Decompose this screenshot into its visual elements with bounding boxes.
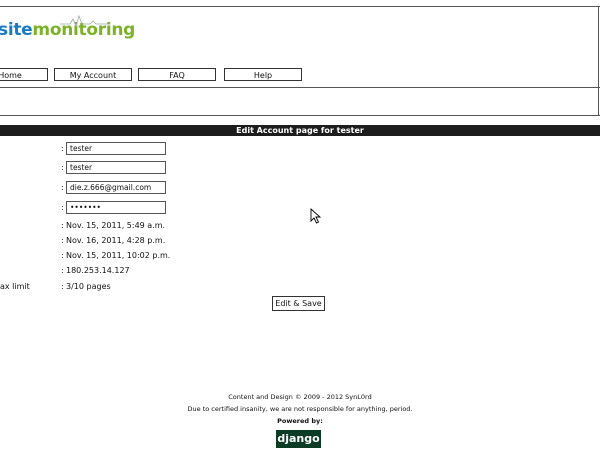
email-field[interactable]	[66, 181, 166, 194]
footer-disclaimer: Due to certified insanity, we are not re…	[187, 405, 413, 413]
header-top-border	[0, 6, 600, 7]
max-limit-label: ax limit	[0, 282, 30, 291]
row-colon: :	[61, 203, 64, 212]
name-field[interactable]	[66, 161, 166, 174]
row-colon: :	[61, 183, 64, 192]
heartbeat-icon	[60, 14, 110, 28]
nav-help-button[interactable]: Help	[224, 68, 302, 81]
row-colon: :	[61, 236, 64, 245]
mouse-cursor-icon	[310, 208, 322, 224]
row-colon: :	[61, 144, 64, 153]
max-limit-value: 3/10 pages	[66, 282, 111, 291]
nav-my-account-button[interactable]: My Account	[54, 68, 132, 81]
username-field[interactable]	[66, 142, 166, 155]
password-field[interactable]	[66, 201, 166, 214]
footer-powered-by: Powered by:	[277, 417, 323, 425]
logo-site-text: site	[0, 20, 33, 40]
page-title: Edit Account page for tester	[0, 125, 600, 136]
info-date-2: Nov. 16, 2011, 4:28 p.m.	[66, 236, 166, 245]
nav-home-button[interactable]: Home	[0, 68, 48, 81]
info-date-1: Nov. 15, 2011, 5:49 a.m.	[66, 221, 166, 230]
info-date-3: Nov. 15, 2011, 10:02 p.m.	[66, 251, 171, 260]
nav-faq-button[interactable]: FAQ	[138, 68, 216, 81]
edit-save-button[interactable]: Edit & Save	[272, 296, 325, 311]
footer-copyright: Content and Design © 2009 - 2012 SynL0rd	[228, 393, 372, 401]
content-top-border	[0, 115, 600, 116]
info-ip-address: 180.253.14.127	[66, 266, 130, 275]
row-colon: :	[61, 266, 64, 275]
row-colon: :	[61, 282, 64, 291]
row-colon: :	[61, 163, 64, 172]
row-colon: :	[61, 221, 64, 230]
header-right-border	[598, 6, 599, 116]
row-colon: :	[61, 251, 64, 260]
django-badge[interactable]: django	[276, 430, 321, 448]
header-bottom-border	[0, 87, 600, 88]
